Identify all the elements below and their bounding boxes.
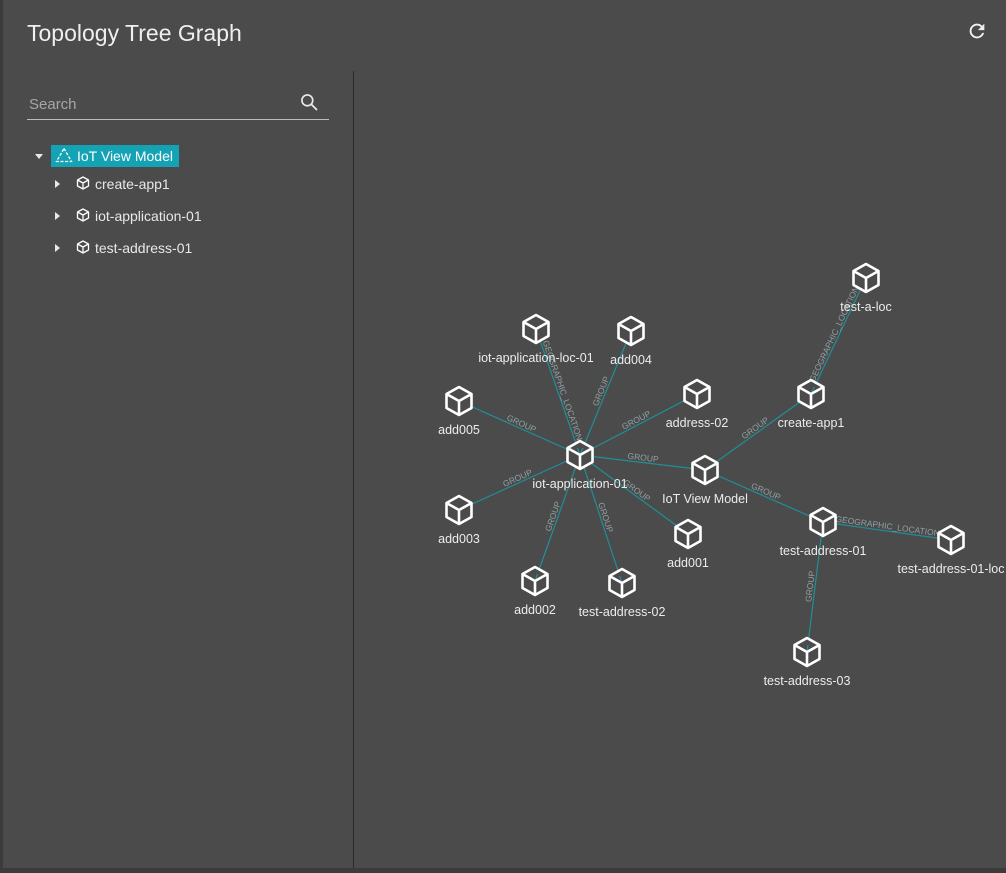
cube-icon bbox=[76, 239, 95, 257]
node-label: test-address-01-loc bbox=[898, 562, 1005, 576]
cube-icon bbox=[521, 565, 549, 597]
node-label: add001 bbox=[667, 556, 709, 570]
topology-panel: Topology Tree Graph Search IoT View Mode… bbox=[3, 0, 1006, 868]
cube-icon bbox=[683, 378, 711, 410]
tree-item-row[interactable]: create-app1 bbox=[76, 175, 170, 193]
cube-icon bbox=[76, 175, 95, 193]
search-input[interactable] bbox=[27, 92, 291, 116]
tree-item-label: create-app1 bbox=[95, 176, 170, 192]
node-label: test-address-03 bbox=[764, 674, 851, 688]
edge-label: GROUP bbox=[543, 500, 563, 533]
edge-label: GROUP bbox=[596, 501, 615, 534]
edge-label: GROUP bbox=[627, 451, 659, 465]
tree-item-row[interactable]: iot-application-01 bbox=[76, 207, 202, 225]
graph-node-test-address-03[interactable]: test-address-03 bbox=[764, 635, 851, 688]
cube-icon bbox=[445, 385, 473, 417]
tree-item-create-app1[interactable]: create-app1 bbox=[55, 173, 170, 195]
node-label: add002 bbox=[514, 603, 556, 617]
graph-node-iot-application-01[interactable]: iot-application-01 bbox=[532, 438, 628, 491]
cube-icon bbox=[617, 315, 645, 347]
graph-node-test-address-01[interactable]: test-address-01 bbox=[780, 505, 867, 558]
model-icon bbox=[55, 146, 77, 166]
cube-icon bbox=[797, 378, 825, 410]
graph-node-add004[interactable]: add004 bbox=[610, 314, 652, 367]
node-label: create-app1 bbox=[778, 416, 845, 430]
graph-node-test-a-loc[interactable]: test-a-loc bbox=[840, 261, 892, 314]
panel-header: Topology Tree Graph bbox=[3, 0, 1006, 70]
cube-icon bbox=[691, 454, 719, 486]
cube-icon bbox=[793, 636, 821, 668]
graph-node-address-02[interactable]: address-02 bbox=[666, 377, 729, 430]
graph-svg[interactable]: GEOGRAPHIC_LOCATION GROUPGROUP GROUPGROUPG… bbox=[354, 71, 1006, 868]
graph-node-add005[interactable]: add005 bbox=[438, 384, 480, 437]
graph-edge[interactable] bbox=[579, 454, 623, 584]
tree-item-label: IoT View Model bbox=[77, 148, 173, 164]
cube-icon bbox=[852, 262, 880, 294]
search-box bbox=[27, 89, 329, 120]
node-label: address-02 bbox=[666, 416, 729, 430]
collapse-caret-icon[interactable] bbox=[35, 154, 43, 159]
node-label: test-a-loc bbox=[840, 300, 891, 314]
tree-item-iot-view-model[interactable]: IoT View Model bbox=[51, 145, 179, 167]
node-label: iot-application-loc-01 bbox=[478, 351, 593, 365]
graph-node-iot-application-loc-01[interactable]: iot-application-loc-01 bbox=[478, 312, 594, 365]
node-label: add004 bbox=[610, 353, 652, 367]
cube-icon bbox=[445, 494, 473, 526]
page-title: Topology Tree Graph bbox=[27, 20, 242, 46]
node-label: add005 bbox=[438, 423, 480, 437]
graph-node-add001[interactable]: add001 bbox=[667, 517, 709, 570]
graph-node-test-address-02[interactable]: test-address-02 bbox=[579, 566, 666, 619]
topology-graph-canvas[interactable]: GEOGRAPHIC_LOCATION GROUP GROUP GROUP GROUP G… bbox=[354, 71, 1006, 868]
cube-icon bbox=[608, 567, 636, 599]
edge-label: GROUP bbox=[740, 415, 771, 441]
graph-edge[interactable] bbox=[534, 454, 581, 582]
tree-item-label: iot-application-01 bbox=[95, 208, 202, 224]
tree-item-label: test-address-01 bbox=[95, 240, 193, 256]
node-label: iot-application-01 bbox=[532, 477, 627, 491]
expand-caret-icon[interactable] bbox=[55, 212, 60, 220]
node-label: add003 bbox=[438, 532, 480, 546]
tree-item-test-address-01[interactable]: test-address-01 bbox=[55, 237, 192, 259]
graph-edge[interactable] bbox=[579, 330, 632, 456]
graph-node-add002[interactable]: add002 bbox=[514, 564, 556, 617]
edge-label: GROUP bbox=[501, 467, 534, 489]
graph-node-create-app1[interactable]: create-app1 bbox=[778, 377, 845, 430]
tree-item-row[interactable]: test-address-01 bbox=[76, 239, 193, 257]
expand-caret-icon[interactable] bbox=[55, 244, 60, 252]
cube-icon bbox=[937, 524, 965, 556]
cube-icon bbox=[76, 207, 95, 225]
tree-root bbox=[35, 145, 43, 167]
edge-label: GROUP bbox=[590, 374, 611, 407]
search-icon[interactable] bbox=[299, 92, 319, 112]
node-label: test-address-01 bbox=[780, 544, 867, 558]
edge-label: GROUP bbox=[505, 413, 538, 435]
graph-node-add003[interactable]: add003 bbox=[438, 493, 480, 546]
cube-icon bbox=[809, 506, 837, 538]
cube-icon bbox=[674, 518, 702, 550]
tree-item-iot-application-01[interactable]: iot-application-01 bbox=[55, 205, 202, 227]
tree-sidebar: IoT View Model create-app1 iot-appl bbox=[3, 71, 354, 868]
refresh-icon[interactable] bbox=[966, 20, 988, 42]
cube-icon bbox=[566, 439, 594, 471]
graph-node-iot-view-model[interactable]: IoT View Model bbox=[662, 453, 748, 506]
edge-label: GROUP bbox=[750, 481, 783, 503]
expand-caret-icon[interactable] bbox=[55, 180, 60, 188]
node-label: test-address-02 bbox=[579, 605, 666, 619]
node-label: IoT View Model bbox=[662, 492, 748, 506]
cube-icon bbox=[522, 313, 550, 345]
edge-label: GROUP bbox=[803, 570, 817, 602]
